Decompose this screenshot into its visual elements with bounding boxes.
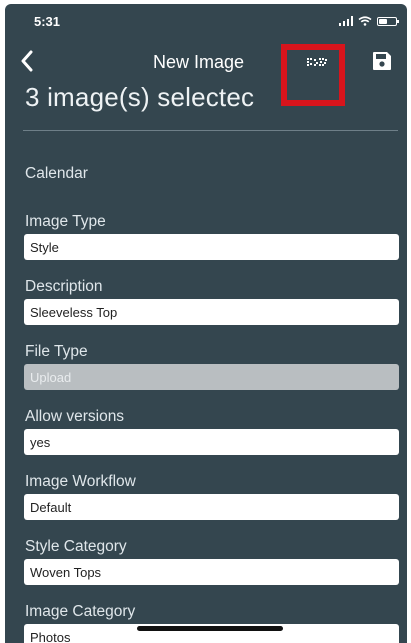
back-button[interactable] (13, 44, 41, 78)
home-indicator[interactable] (137, 626, 283, 631)
signal-icon (338, 16, 353, 26)
calendar-label: Calendar (25, 165, 88, 182)
image-workflow-label: Image Workflow (25, 473, 136, 490)
navigation-bar: New Image (5, 42, 407, 82)
status-bar: 5:31 (5, 4, 407, 40)
app-screen: 5:31 New Image 3 image(s) selectec Calen… (5, 4, 407, 643)
allow-versions-label: Allow versions (25, 408, 125, 425)
style-category-label: Style Category (25, 538, 127, 555)
image-category-label: Image Category (25, 603, 136, 620)
selection-count-heading: 3 image(s) selectec (25, 82, 255, 112)
page-title: New Image (153, 52, 245, 72)
highlight-annotation (281, 44, 345, 106)
save-icon (373, 52, 391, 70)
battery-icon (377, 16, 399, 26)
save-button[interactable] (371, 50, 393, 72)
divider (23, 130, 398, 131)
image-type-field[interactable]: Style (24, 234, 399, 260)
status-time: 5:31 (34, 14, 61, 29)
description-label: Description (25, 278, 103, 295)
description-field[interactable]: Sleeveless Top (24, 299, 399, 325)
image-workflow-field[interactable]: Default (24, 494, 399, 520)
image-type-label: Image Type (25, 213, 106, 230)
wifi-icon (358, 16, 372, 26)
status-icons (338, 16, 399, 26)
style-category-field[interactable]: Woven Tops (24, 559, 399, 585)
chevron-left-icon (21, 50, 33, 72)
file-type-label: File Type (25, 343, 88, 360)
allow-versions-field[interactable]: yes (24, 429, 399, 455)
file-type-field: Upload (24, 364, 399, 390)
